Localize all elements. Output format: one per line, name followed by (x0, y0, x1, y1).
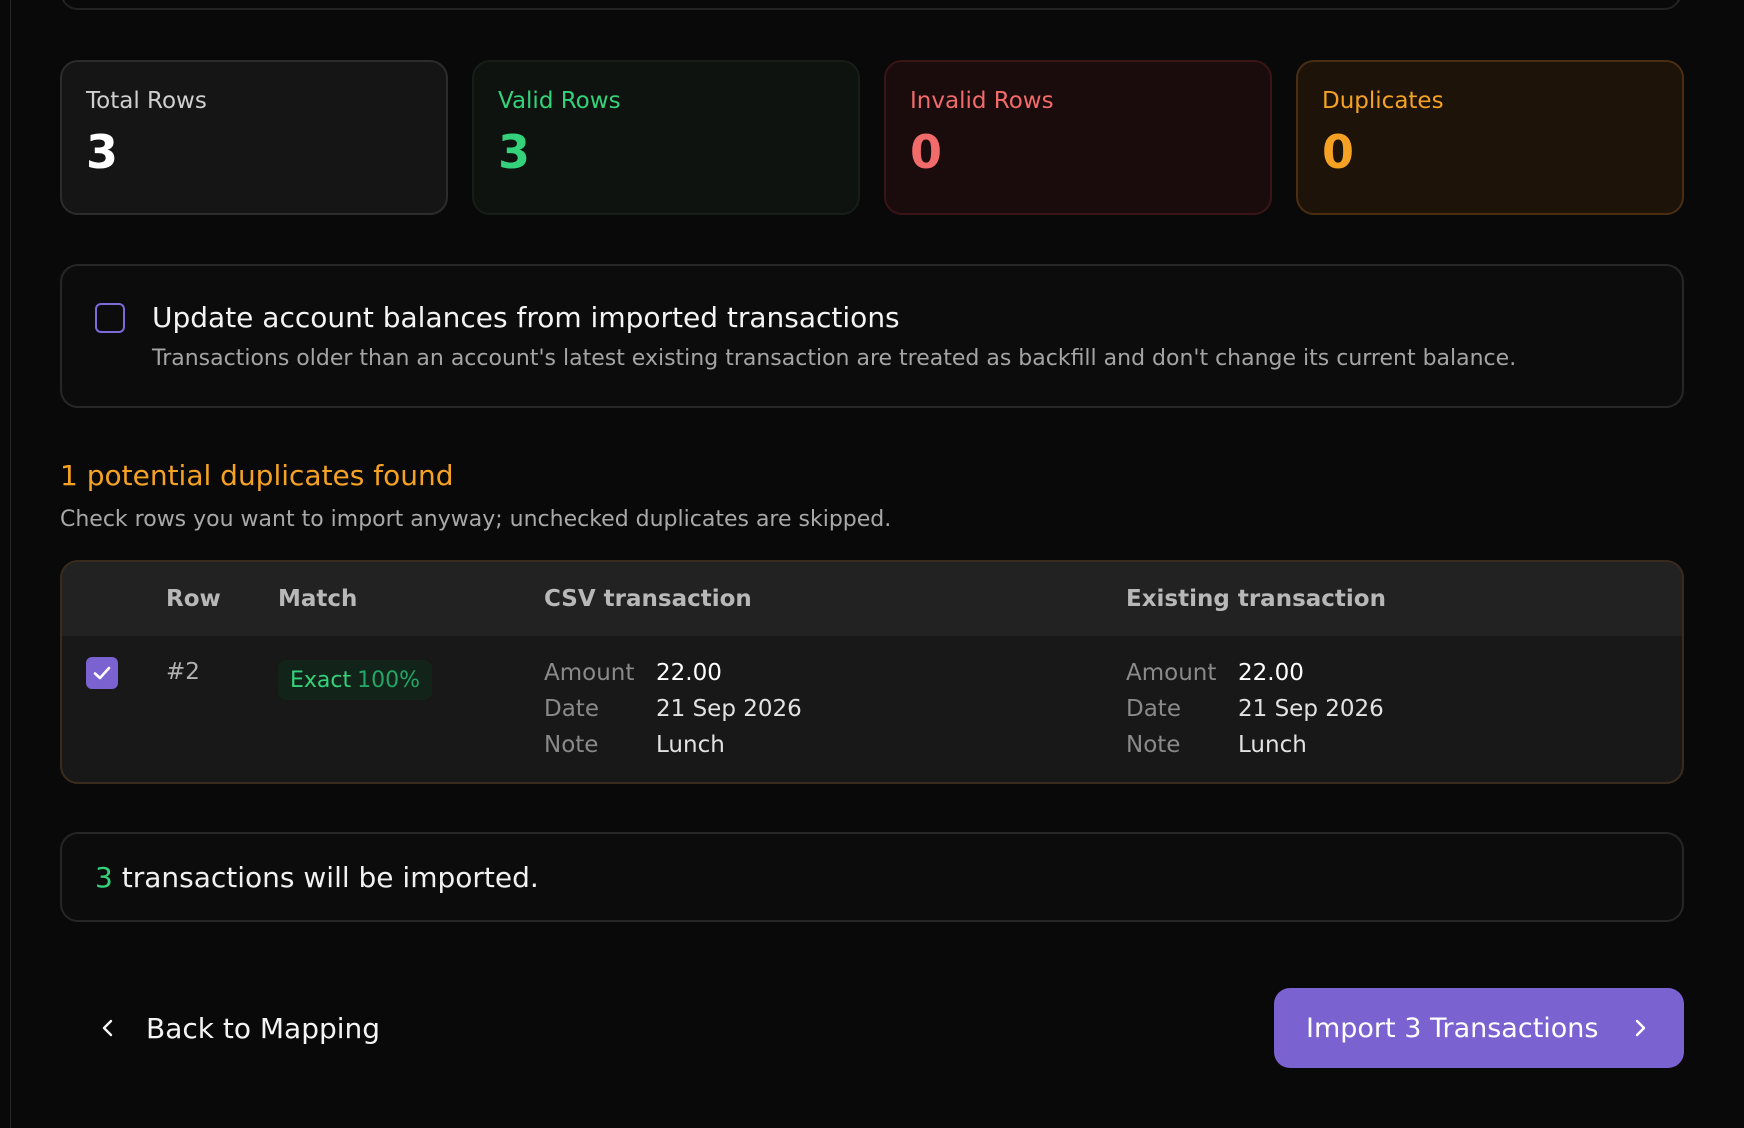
left-divider (10, 0, 11, 1128)
match-score: 100% (357, 667, 421, 693)
stat-card-valid-rows: Valid Rows 3 (472, 60, 860, 215)
stat-card-duplicates: Duplicates 0 (1296, 60, 1684, 215)
stats-row: Total Rows 3 Valid Rows 3 Invalid Rows 0… (60, 60, 1684, 215)
stat-value: 3 (498, 125, 531, 179)
import-summary: 3 transactions will be imported. (60, 832, 1684, 922)
duplicates-table: Row Match CSV transaction Existing trans… (60, 560, 1684, 784)
table-header: Row Match CSV transaction Existing trans… (62, 562, 1682, 636)
back-button-label: Back to Mapping (146, 1011, 381, 1045)
column-header-csv: CSV transaction (544, 586, 752, 612)
summary-count: 3 (95, 861, 113, 894)
match-type: Exact (290, 667, 352, 693)
update-balances-checkbox[interactable] (95, 303, 125, 333)
check-icon (93, 666, 111, 680)
existing-amount-label: Amount (1126, 660, 1217, 686)
stat-value: 0 (1322, 125, 1355, 179)
existing-date: 21 Sep 2026 (1238, 696, 1384, 722)
previous-card-edge (60, 0, 1682, 10)
import-button-label: Import 3 Transactions (1306, 1012, 1599, 1044)
row-number: #2 (166, 659, 200, 685)
import-transactions-button[interactable]: Import 3 Transactions (1274, 988, 1684, 1068)
column-header-row: Row (166, 586, 221, 612)
stat-value: 0 (910, 125, 943, 179)
chevron-right-icon (1635, 1019, 1646, 1037)
stat-label: Duplicates (1322, 88, 1444, 114)
duplicate-row-checkbox[interactable] (86, 657, 118, 689)
stat-label: Total Rows (86, 88, 207, 114)
summary-label: transactions will be imported. (112, 861, 539, 894)
stat-card-total-rows: Total Rows 3 (60, 60, 448, 215)
chevron-left-icon (102, 1019, 113, 1037)
column-header-existing: Existing transaction (1126, 586, 1386, 612)
duplicates-heading: 1 potential duplicates found (60, 459, 454, 492)
csv-amount: 22.00 (656, 660, 722, 686)
column-header-match: Match (278, 586, 358, 612)
match-badge: Exact 100% (278, 660, 433, 700)
csv-date-label: Date (544, 696, 599, 722)
csv-amount-label: Amount (544, 660, 635, 686)
existing-note-label: Note (1126, 732, 1181, 758)
summary-text: 3 transactions will be imported. (95, 860, 539, 896)
stat-value: 3 (86, 125, 119, 179)
duplicates-subtext: Check rows you want to import anyway; un… (60, 507, 892, 532)
existing-date-label: Date (1126, 696, 1181, 722)
csv-note: Lunch (656, 732, 725, 758)
stat-label: Valid Rows (498, 88, 621, 114)
back-to-mapping-button[interactable]: Back to Mapping (84, 1000, 392, 1056)
existing-amount: 22.00 (1238, 660, 1304, 686)
update-balances-option: Update account balances from imported tr… (60, 264, 1684, 408)
stat-label: Invalid Rows (910, 88, 1054, 114)
stat-card-invalid-rows: Invalid Rows 0 (884, 60, 1272, 215)
option-title: Update account balances from imported tr… (152, 301, 900, 334)
option-description: Transactions older than an account's lat… (152, 346, 1517, 371)
csv-date: 21 Sep 2026 (656, 696, 802, 722)
existing-note: Lunch (1238, 732, 1307, 758)
csv-note-label: Note (544, 732, 599, 758)
